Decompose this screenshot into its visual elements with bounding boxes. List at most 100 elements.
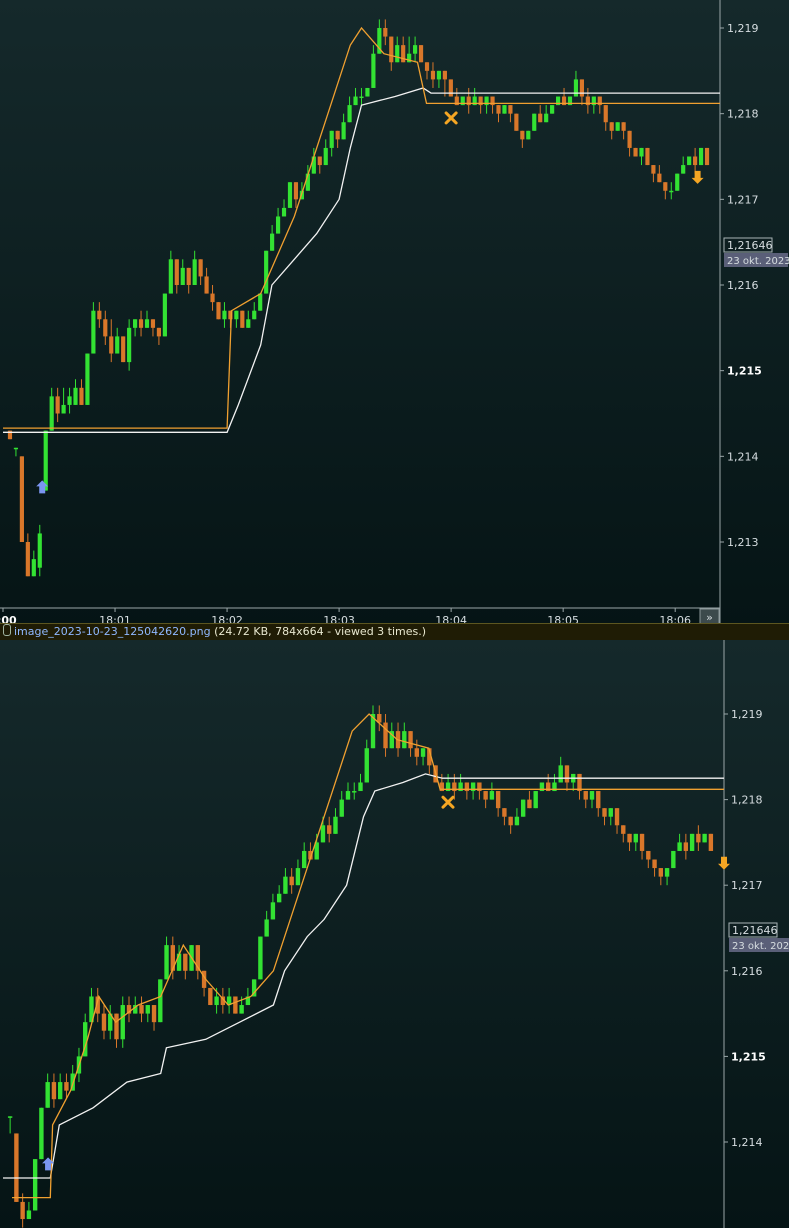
candle-body[interactable] <box>239 1005 244 1014</box>
candle-body[interactable] <box>121 336 126 363</box>
candle-body[interactable] <box>671 850 676 869</box>
candle-body[interactable] <box>183 953 188 971</box>
candle-body[interactable] <box>198 259 203 277</box>
candle-body[interactable] <box>73 387 78 405</box>
candle-body[interactable] <box>39 1107 44 1160</box>
candle-body[interactable] <box>233 996 238 1014</box>
candle-body[interactable] <box>652 859 657 869</box>
candle-body[interactable] <box>64 1082 69 1091</box>
candle-body[interactable] <box>103 319 108 337</box>
candle-body[interactable] <box>186 267 191 285</box>
candle-body[interactable] <box>359 96 364 99</box>
candle-body[interactable] <box>383 722 388 749</box>
candle-body[interactable] <box>275 216 281 234</box>
candle-body[interactable] <box>214 996 219 1006</box>
candle-body[interactable] <box>329 130 334 148</box>
candle-body[interactable] <box>669 190 674 193</box>
candle-body[interactable] <box>602 808 607 817</box>
candle-body[interactable] <box>210 293 215 303</box>
candle-body[interactable] <box>550 105 555 114</box>
candle-body[interactable] <box>383 28 388 37</box>
candle-body[interactable] <box>151 1005 157 1023</box>
candle-body[interactable] <box>577 773 582 792</box>
candle-body[interactable] <box>61 404 66 414</box>
candle-body[interactable] <box>639 833 645 851</box>
candle-body[interactable] <box>633 147 638 157</box>
candle-body[interactable] <box>67 396 72 405</box>
price-chart-bottom[interactable]: 1,214 1,215 1,216 1,217 1,218 1,219 1,21646 23 … <box>0 640 789 1228</box>
candle-body[interactable] <box>49 396 54 431</box>
candle-body[interactable] <box>609 122 614 131</box>
candle-body[interactable] <box>287 182 293 208</box>
candle-body[interactable] <box>258 293 263 311</box>
candle-body[interactable] <box>621 122 626 131</box>
candle-body[interactable] <box>413 45 418 54</box>
candle-body[interactable] <box>589 791 595 800</box>
candle-body[interactable] <box>323 147 328 166</box>
candle-body[interactable] <box>579 79 584 97</box>
candle-body[interactable] <box>264 250 269 294</box>
price-chart-top[interactable]: 1,2131,2141,2151,2161,2171,2181,2198:001… <box>0 0 789 628</box>
candle-body[interactable] <box>358 782 363 792</box>
candle-body[interactable] <box>704 147 710 166</box>
candle-body[interactable] <box>526 130 531 140</box>
candle-body[interactable] <box>91 310 96 354</box>
candle-body[interactable] <box>45 1082 50 1108</box>
candle-body[interactable] <box>327 825 332 834</box>
candle-body[interactable] <box>645 147 650 166</box>
candle-body[interactable] <box>614 808 620 826</box>
candle-body[interactable] <box>502 808 507 817</box>
candle-body[interactable] <box>436 70 442 80</box>
candle-body[interactable] <box>192 259 197 285</box>
candle-body[interactable] <box>352 791 357 793</box>
candle-body[interactable] <box>532 113 537 131</box>
candle-body[interactable] <box>627 130 632 148</box>
candle-body[interactable] <box>689 833 695 851</box>
candle-body[interactable] <box>293 182 299 200</box>
candle-body[interactable] <box>353 96 358 106</box>
candle-body[interactable] <box>150 319 156 328</box>
candle-body[interactable] <box>283 876 288 894</box>
candle-body[interactable] <box>418 45 424 63</box>
candle-body[interactable] <box>145 1005 150 1014</box>
candle-body[interactable] <box>180 267 185 285</box>
candle-body[interactable] <box>339 799 344 817</box>
candle-body[interactable] <box>502 105 507 114</box>
candle-body[interactable] <box>270 902 276 920</box>
candle-body[interactable] <box>663 182 668 191</box>
candle-body[interactable] <box>664 868 670 877</box>
candle-body[interactable] <box>79 387 84 405</box>
candle-body[interactable] <box>639 147 644 157</box>
candle-body[interactable] <box>341 122 346 140</box>
candle-body[interactable] <box>127 327 132 363</box>
chart-panel-top[interactable]: 1,2131,2141,2151,2161,2171,2181,2198:001… <box>0 0 789 628</box>
candle-body[interactable] <box>240 310 245 328</box>
candle-body[interactable] <box>270 233 275 251</box>
candle-body[interactable] <box>32 1159 38 1211</box>
candle-body[interactable] <box>430 70 436 80</box>
candle-body[interactable] <box>371 53 376 88</box>
candle-body[interactable] <box>495 791 501 809</box>
candle-body[interactable] <box>133 319 138 328</box>
candle-body[interactable] <box>101 1013 107 1031</box>
candle-body[interactable] <box>158 979 163 1023</box>
candle-body[interactable] <box>31 559 36 577</box>
candle-body[interactable] <box>675 173 680 191</box>
candle-body[interactable] <box>389 36 394 63</box>
candle-body[interactable] <box>85 353 90 405</box>
candle-body[interactable] <box>646 850 651 860</box>
candle-body[interactable] <box>216 302 221 320</box>
candle-body[interactable] <box>424 62 430 71</box>
candle-body[interactable] <box>681 165 686 174</box>
candle-body[interactable] <box>168 259 173 294</box>
candle-body[interactable] <box>603 105 608 123</box>
candle-body[interactable] <box>698 147 704 166</box>
candle-body[interactable] <box>520 130 525 140</box>
candle-body[interactable] <box>174 259 179 285</box>
candle-body[interactable] <box>364 748 369 783</box>
candle-body[interactable] <box>573 79 579 97</box>
candle-body[interactable] <box>57 1082 63 1100</box>
candle-body[interactable] <box>13 447 19 450</box>
candle-body[interactable] <box>295 868 301 886</box>
candle-body[interactable] <box>115 336 120 354</box>
